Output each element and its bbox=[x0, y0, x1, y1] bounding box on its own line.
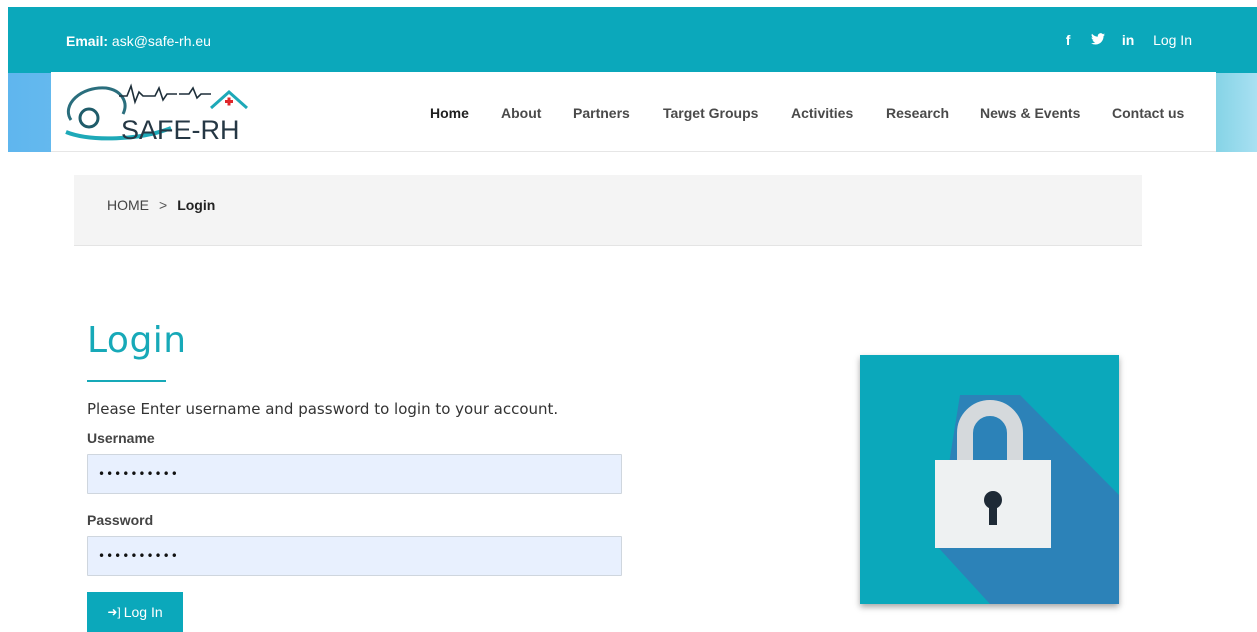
nav-item-target-groups[interactable]: Target Groups bbox=[663, 105, 758, 121]
contact-email: Email: ask@safe-rh.eu bbox=[66, 33, 211, 49]
main-nav: Home About Partners Target Groups Activi… bbox=[51, 105, 1216, 125]
breadcrumb: HOME > Login bbox=[74, 175, 1142, 246]
password-input[interactable]: •••••••••• bbox=[87, 536, 622, 576]
nav-item-research[interactable]: Research bbox=[886, 105, 949, 121]
login-button[interactable]: ➜] Log In bbox=[87, 592, 183, 632]
nav-item-about[interactable]: About bbox=[501, 105, 541, 121]
email-label: Email: bbox=[66, 33, 109, 49]
login-intro-text: Please Enter username and password to lo… bbox=[87, 400, 559, 418]
nav-item-contact-us[interactable]: Contact us bbox=[1112, 105, 1184, 121]
page-title: Login bbox=[87, 320, 187, 361]
nav-item-home[interactable]: Home bbox=[430, 105, 469, 121]
nav-item-news-events[interactable]: News & Events bbox=[980, 105, 1080, 121]
nav-item-activities[interactable]: Activities bbox=[791, 105, 853, 121]
breadcrumb-separator: > bbox=[159, 197, 168, 213]
password-label: Password bbox=[87, 512, 154, 528]
breadcrumb-current: Login bbox=[177, 197, 216, 213]
breadcrumb-home[interactable]: HOME bbox=[107, 197, 149, 213]
padlock-icon bbox=[860, 355, 1119, 604]
facebook-icon[interactable]: f bbox=[1057, 32, 1079, 48]
title-underline bbox=[87, 380, 166, 382]
nav-item-partners[interactable]: Partners bbox=[573, 105, 630, 121]
padlock-illustration bbox=[860, 355, 1119, 604]
sign-in-icon: ➜] bbox=[107, 605, 121, 619]
login-button-label: Log In bbox=[123, 604, 163, 620]
main-navbar: SAFE-RH Home About Partners Target Group… bbox=[51, 72, 1216, 152]
header-login-link[interactable]: Log In bbox=[1153, 32, 1192, 48]
email-value[interactable]: ask@safe-rh.eu bbox=[112, 33, 211, 49]
linkedin-icon[interactable]: in bbox=[1117, 32, 1139, 48]
username-input[interactable]: •••••••••• bbox=[87, 454, 622, 494]
twitter-icon[interactable] bbox=[1087, 32, 1109, 48]
username-label: Username bbox=[87, 430, 155, 446]
social-links: f in Log In bbox=[1049, 32, 1192, 48]
